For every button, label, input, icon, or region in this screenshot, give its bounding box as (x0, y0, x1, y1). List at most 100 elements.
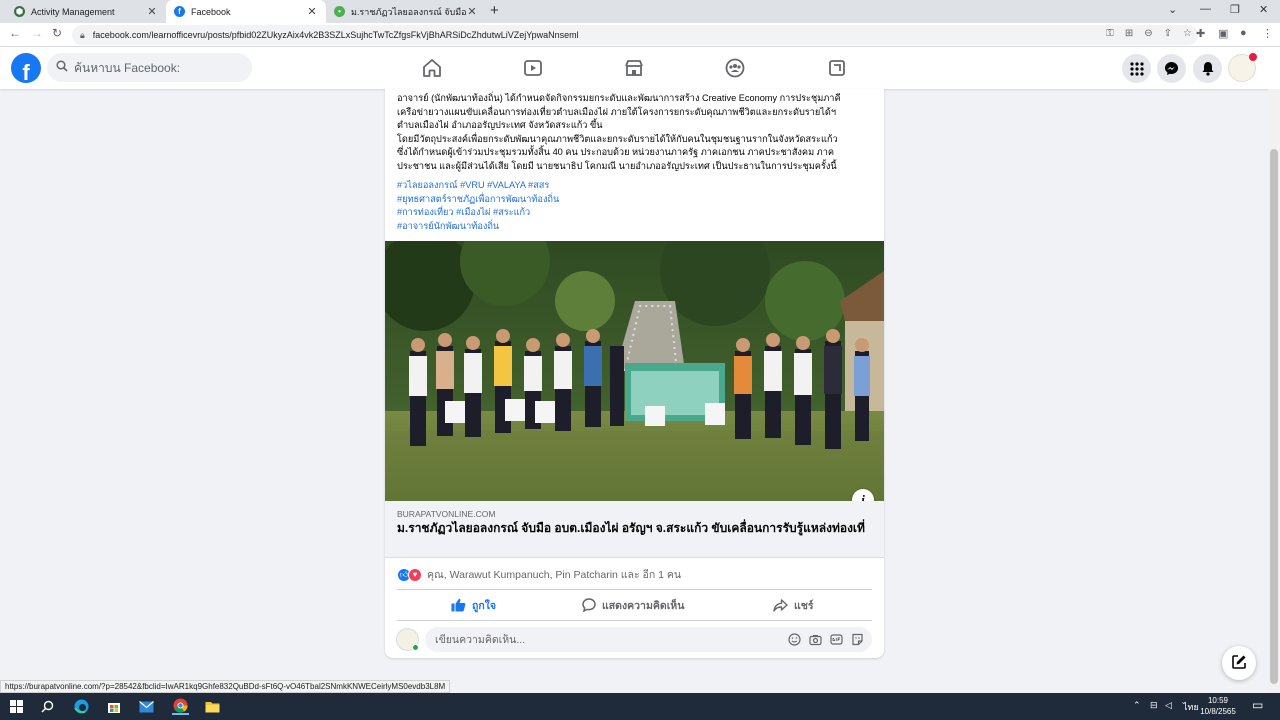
post-link-photo[interactable]: i (385, 241, 884, 501)
post-hashtags: #วไลยอลงกรณ์ #VRU #VALAYA #สสร #ยุทธศาสต… (397, 179, 867, 233)
love-reaction-icon: ♥ (408, 567, 422, 582)
home-icon[interactable] (421, 57, 443, 79)
comment-label: แสดงความคิดเห็น (602, 599, 685, 612)
comment-button[interactable]: แสดงความคิดเห็น (582, 596, 684, 614)
chrome-browser-icon[interactable] (172, 698, 189, 715)
side-panel-icon[interactable]: ▣ (1218, 27, 1228, 40)
edge-browser-icon[interactable] (73, 698, 90, 715)
post-text-line: โดยมีวัตถุประสงค์เพื่อยกระดับพัฒนาคุณภาพ… (397, 133, 838, 144)
hashtag-link[interactable]: #ยุทธศาสตร์ราชภัฏเพื่อการพัฒนาท้องถิ่น (397, 193, 867, 207)
page-scrollbar[interactable] (1268, 89, 1280, 693)
facebook-logo-icon[interactable]: f (11, 53, 41, 83)
tab-facebook[interactable]: f Facebook ✕ (166, 0, 326, 23)
commenter-avatar[interactable] (396, 628, 419, 651)
gif-icon[interactable] (830, 633, 843, 646)
groups-icon[interactable] (724, 57, 746, 79)
tab-activity-management[interactable]: ⬢ Activity Management ✕ (6, 0, 166, 23)
marketplace-icon[interactable] (623, 57, 645, 79)
facebook-search[interactable] (47, 53, 252, 82)
camera-icon[interactable] (809, 633, 822, 646)
post-text-line: อาจารย์ (นักพัฒนาท้องถิ่น) ได้กำหนดจัดกิ… (397, 93, 841, 103)
network-icon[interactable]: ⊟ (1150, 700, 1158, 711)
share-icon[interactable]: ⇪ (1164, 28, 1172, 39)
input-language[interactable]: ไทย (1183, 700, 1199, 714)
address-bar[interactable]: 🔒︎ facebook.com/learnofficevru/posts/pfb… (72, 25, 1198, 45)
tab-search-chevron-icon[interactable]: ⌄ (1168, 3, 1177, 16)
post-body-text: อาจารย์ (นักพัฒนาท้องถิ่น) ได้กำหนดจัดกิ… (397, 92, 875, 174)
mail-icon[interactable] (138, 698, 155, 715)
profile-avatar[interactable] (1228, 53, 1257, 82)
new-message-button[interactable] (1222, 646, 1256, 680)
file-explorer-icon[interactable] (204, 698, 221, 715)
facebook-header: f (0, 47, 1280, 89)
sticker-icon[interactable] (851, 633, 864, 646)
notifications-bell-icon[interactable] (1193, 54, 1222, 83)
reactions-text[interactable]: คุณ, Warawut Kumpanuch, Pin Patcharin แล… (427, 566, 681, 583)
close-icon[interactable]: ✕ (306, 5, 318, 18)
search-input[interactable] (74, 60, 234, 75)
tray-chevron-icon[interactable]: ⌃ (1133, 700, 1141, 711)
volume-icon[interactable]: ◁ (1165, 700, 1172, 711)
thumbs-up-icon (451, 598, 466, 612)
url-text[interactable]: facebook.com/learnofficevru/posts/pfbid0… (93, 30, 579, 40)
composer-tools (788, 633, 864, 646)
action-center-icon[interactable]: ▭ (1252, 698, 1263, 712)
reactions-summary[interactable]: 👍︎ ♥ คุณ, Warawut Kumpanuch, Pin Patchar… (397, 566, 681, 583)
like-label: ถูกใจ (472, 599, 496, 612)
search-icon[interactable] (39, 698, 56, 715)
forward-arrow-icon[interactable]: → (31, 26, 43, 40)
tab-title: Activity Management (31, 6, 115, 17)
link-preview[interactable]: BURAPATVONLINE.COM ม.ราชภัฏวไลยอลงกรณ์ จ… (385, 501, 884, 558)
browser-toolbar: ← → ↻ 🔒︎ facebook.com/learnofficevru/pos… (0, 23, 1280, 47)
new-tab-icon[interactable]: + (490, 2, 499, 19)
comment-bubble-icon (582, 598, 596, 612)
windows-taskbar: ⌃ ⊟ ◁ ไทย 10:59 10/8/2565 ▭ (0, 693, 1280, 720)
search-icon (56, 60, 68, 75)
bookmark-star-icon[interactable]: ☆ (1183, 28, 1192, 39)
site-leaf-icon: • (334, 6, 345, 17)
group-photo-illustration (385, 241, 884, 501)
share-button[interactable]: แชร์ (773, 596, 814, 614)
translate-icon[interactable]: ⊞ (1125, 28, 1133, 39)
omnibox-icons: ⚿ ⊞ ⊖ ⇪ ☆ (1106, 28, 1192, 39)
tab-burapatv[interactable]: • ม.ราชภัฏวไลยอลงกรณ์ จับมือ อบต.เมือ...… (326, 0, 486, 23)
comment-composer[interactable] (425, 627, 872, 652)
clock-date: 10/8/2565 (1200, 707, 1236, 716)
system-clock[interactable]: 10:59 10/8/2565 (1198, 695, 1238, 717)
hashtag-link[interactable]: #วไลยอลงกรณ์ #VRU #VALAYA #สสร (397, 179, 867, 193)
gaming-icon[interactable] (826, 57, 848, 79)
zoom-icon[interactable]: ⊖ (1144, 28, 1152, 39)
hashtag-link[interactable]: #การท่องเที่ยว #เมืองไผ่ #สระแก้ว (397, 206, 867, 220)
browser-menu-icon[interactable]: ⋮ (1262, 27, 1273, 40)
extensions-puzzle-icon[interactable]: ✚ (1196, 27, 1205, 40)
like-button[interactable]: ถูกใจ (451, 596, 496, 614)
minimize-icon[interactable]: — (1200, 3, 1211, 15)
tab-title: Facebook (191, 6, 231, 17)
windows-start-icon[interactable] (8, 698, 25, 715)
post-text-line: เครือข่ายวางแผนขับเคลื่อนการท่องเที่ยวตำ… (397, 106, 837, 117)
clock-time: 10:59 (1207, 696, 1229, 705)
messenger-icon[interactable] (1157, 54, 1186, 83)
microsoft-store-icon[interactable] (105, 698, 122, 715)
shield-icon: ⬢ (14, 6, 25, 17)
restore-icon[interactable]: ❐ (1230, 3, 1240, 16)
menu-grid-icon[interactable] (1122, 54, 1151, 83)
watch-video-icon[interactable] (522, 57, 544, 79)
emoji-icon[interactable] (788, 633, 801, 646)
close-icon[interactable]: ✕ (146, 5, 158, 18)
compose-edit-icon (1231, 654, 1247, 673)
reload-icon[interactable]: ↻ (52, 26, 62, 40)
link-domain: BURAPATVONLINE.COM (397, 509, 496, 519)
back-arrow-icon[interactable]: ← (9, 26, 21, 40)
link-title[interactable]: ม.ราชภัฏวไลยอลงกรณ์ จับมือ อบต.เมืองไผ่ … (397, 521, 867, 535)
scrollbar-thumb[interactable] (1270, 149, 1278, 684)
browser-tab-strip: ⬢ Activity Management ✕ f Facebook ✕ • ม… (0, 0, 1280, 23)
profile-icon[interactable]: ● (1240, 27, 1247, 39)
facebook-icon: f (174, 6, 185, 17)
window-close-icon[interactable]: ✕ (1259, 3, 1268, 16)
comment-input[interactable] (435, 633, 775, 646)
key-icon[interactable]: ⚿ (1106, 28, 1114, 39)
lock-icon[interactable]: 🔒︎ (80, 30, 85, 41)
hashtag-link[interactable]: #อาจารย์นักพัฒนาท้องถิ่น (397, 220, 867, 234)
close-icon[interactable]: ✕ (466, 5, 478, 18)
